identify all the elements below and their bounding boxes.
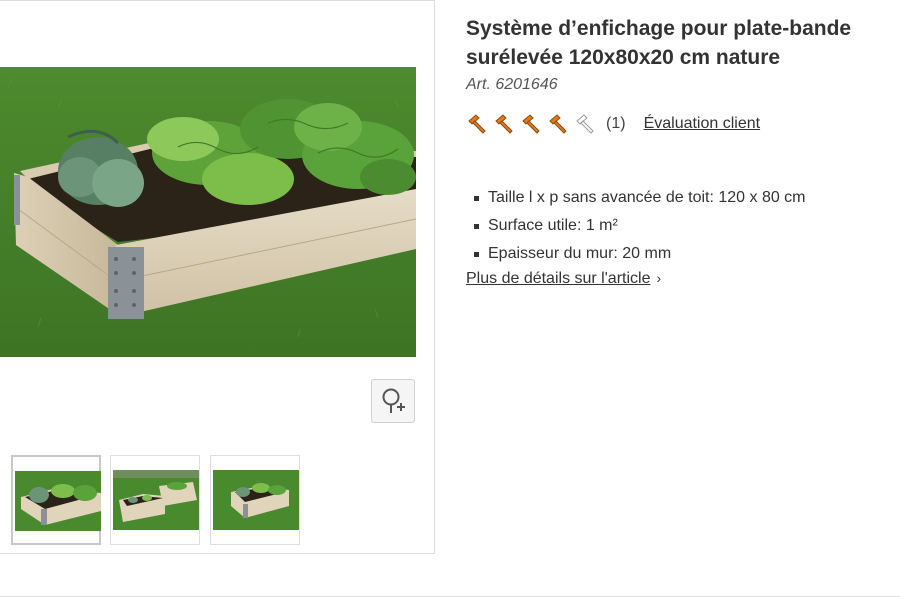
more-details-link[interactable]: Plus de détails sur l'article ›	[466, 270, 661, 288]
thumbnail-image	[113, 470, 199, 530]
article-number: Art. 6201646	[466, 76, 558, 93]
thumbnail-2[interactable]	[110, 455, 200, 545]
more-details-label: Plus de détails sur l'article	[466, 270, 651, 287]
product-title-line-1: Système d’enfichage pour plate-bande	[466, 17, 852, 40]
chevron-right-icon: ›	[656, 270, 662, 286]
hammer-icon	[522, 114, 540, 134]
hammer-icon	[495, 114, 513, 134]
product-details: Système d’enfichage pour plate-bande sur…	[466, 14, 900, 288]
main-product-image[interactable]	[0, 67, 416, 357]
rating-hammers[interactable]	[466, 113, 596, 135]
customer-review-link[interactable]: Évaluation client	[644, 115, 761, 133]
zoom-in-icon	[382, 388, 405, 413]
raised-bed-photo	[0, 67, 416, 357]
hammer-icon	[576, 114, 594, 134]
product-title: Système d’enfichage pour plate-bande sur…	[466, 14, 900, 72]
thumbnail-1[interactable]	[11, 455, 101, 545]
feature-item: Surface utile: 1 m²	[466, 212, 900, 240]
product-title-line-2: surélevée 120x80x20 cm nature	[466, 46, 781, 69]
divider	[0, 596, 900, 597]
zoom-button[interactable]	[371, 379, 415, 423]
rating-count: (1)	[606, 115, 626, 132]
product-gallery	[0, 0, 435, 554]
hammer-icon	[468, 114, 486, 134]
feature-list: Taille l x p sans avancée de toit: 120 x…	[466, 184, 900, 268]
thumbnail-image	[15, 471, 101, 531]
rating: (1) Évaluation client	[466, 112, 900, 136]
hammer-icon	[549, 114, 567, 134]
thumbnail-image	[213, 470, 299, 530]
thumbnail-3[interactable]	[210, 455, 300, 545]
feature-item: Epaisseur du mur: 20 mm	[466, 240, 900, 268]
feature-item: Taille l x p sans avancée de toit: 120 x…	[466, 184, 900, 212]
